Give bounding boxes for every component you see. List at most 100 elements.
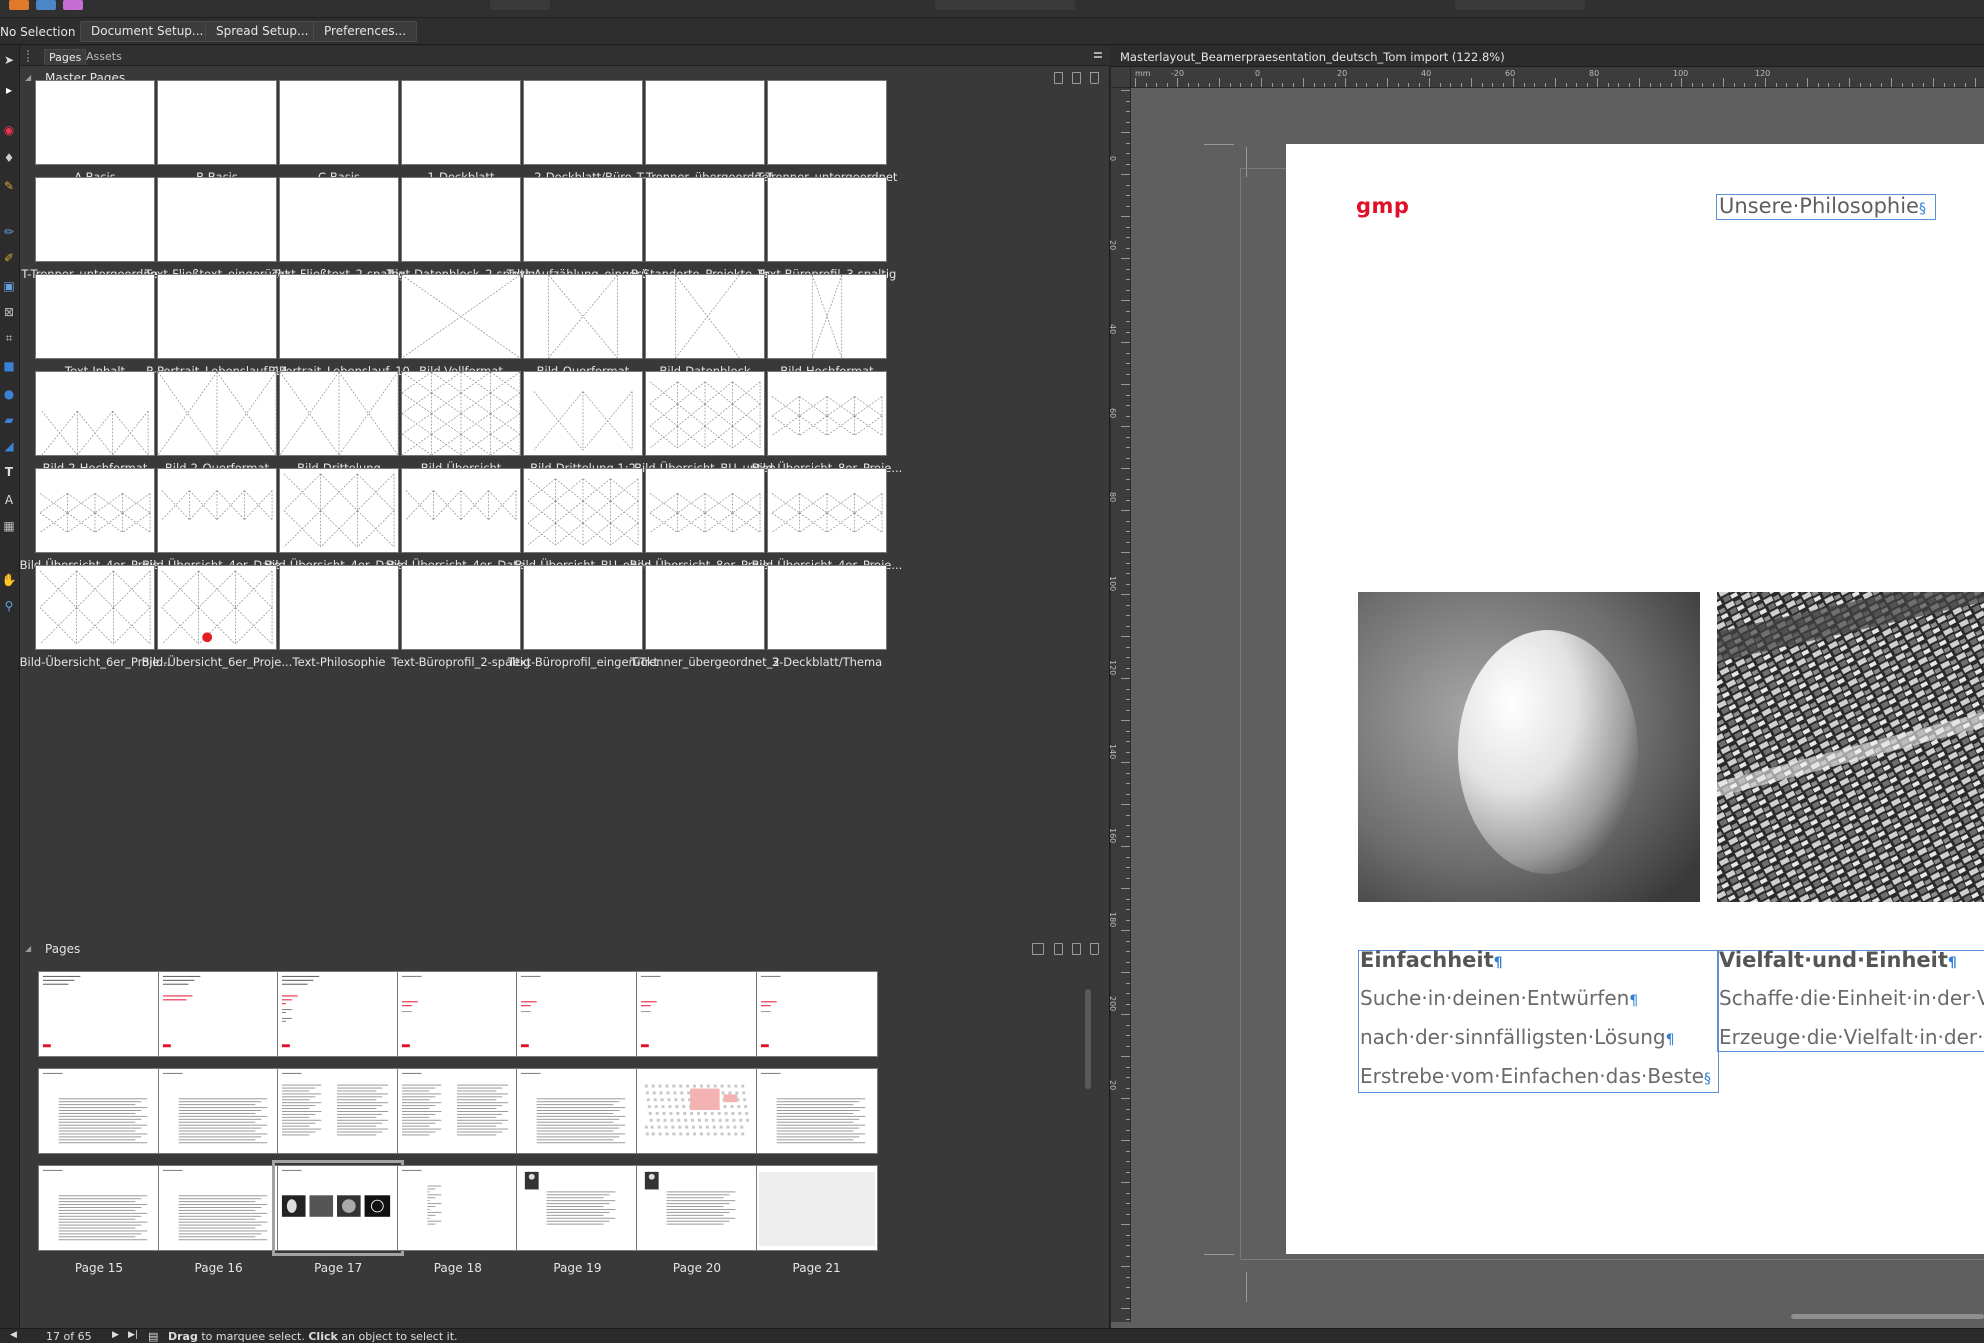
toolbar-group-icon[interactable] [1455,0,1585,10]
pages-grid: Page 1 Page 2 Page 3 Page 4 Page 5 Page … [26,969,1076,1324]
toolbar-group-icon[interactable] [490,0,550,10]
page-thumbnail[interactable] [636,971,758,1057]
ruler-tick [1126,310,1130,312]
master-thumbnail[interactable] [767,468,887,553]
pages-scrollbar-thumb[interactable] [1085,989,1091,1089]
ruler-tick [1502,83,1504,87]
master-page-item[interactable]: 3-Deckblatt/Thema [744,563,894,682]
vertical-ruler[interactable]: 0 20 40 60 80 100 120 140 160 180 200 20 [1108,88,1131,1322]
master-thumbnail[interactable] [767,177,887,262]
ruler-tick [1126,615,1130,616]
ruler-tick [1126,1024,1130,1026]
ruler-tick [1166,83,1168,87]
persona-publisher-icon[interactable] [9,0,29,10]
page-thumbnail[interactable] [516,971,639,1057]
last-page-icon[interactable]: ▶| [128,1330,138,1340]
pages-header[interactable]: ◢ Pages [20,939,1110,959]
ruler-tick [1126,457,1130,459]
tab-assets[interactable]: Assets [82,49,126,65]
ruler-label: 80 [1589,69,1600,78]
egg-photo[interactable] [1358,592,1700,902]
page-options-icon[interactable] [1032,943,1044,955]
ruler-tick [1754,83,1756,87]
ruler-tick [1198,83,1199,87]
pages-scrollbar[interactable] [1084,963,1092,1323]
panel-grip-icon[interactable] [27,50,33,62]
page-thumbnail[interactable] [277,1068,400,1154]
preferences-button[interactable]: Preferences... [313,21,418,42]
page-canvas[interactable]: gmp Unsere·Philosophie§ Einfachheit¶ Suc… [1286,144,1984,1254]
move-tool-icon[interactable]: ➤ [1,52,17,68]
ruler-tick [1744,83,1745,87]
persona-photo-icon[interactable] [36,0,56,10]
page-thumbnail[interactable] [38,1068,160,1154]
page-thumbnail[interactable] [396,971,519,1057]
prev-page-icon[interactable]: ◀ [10,1330,17,1340]
delete-page-icon[interactable] [1090,943,1099,955]
pilcrow-mark: ¶ [1665,1032,1675,1048]
ruler-label: 20 [1337,69,1348,78]
ruler-tick [1639,78,1640,87]
page-thumbnail[interactable] [516,1068,639,1154]
spread-setup-button[interactable]: Spread Setup... [205,21,320,42]
page-thumbnail[interactable] [38,1165,160,1251]
ruler-tick [1121,258,1130,259]
page-thumbnail[interactable] [38,971,160,1057]
ruler-label: 160 [1108,828,1117,844]
insert-page-icon[interactable] [1054,943,1063,955]
document-tab[interactable]: Masterlayout_Beamerpraesentation_deutsch… [1111,46,1984,67]
duplicate-page-icon[interactable] [1072,943,1081,955]
gmp-logo[interactable]: gmp [1356,194,1409,218]
master-thumbnail[interactable] [767,371,887,456]
text-frame-einfachheit[interactable]: Einfachheit¶ Suche·in·deinen·Entwürfen¶ … [1358,948,1719,1093]
ruler-corner[interactable] [1111,67,1131,88]
ruler-tick [1355,83,1357,87]
ruler-tick [1240,83,1241,87]
ruler-tick [1135,78,1136,87]
horizontal-ruler[interactable]: mm -20 0 20 40 60 80 100 120 [1131,67,1984,88]
city-aerial-photo[interactable] [1717,592,1984,902]
ruler-tick [1145,83,1147,87]
document-scrollbar-thumb[interactable] [1791,1314,1984,1319]
ruler-tick [1126,1045,1130,1047]
page-thumbnail[interactable] [396,1068,519,1154]
ruler-tick [1702,83,1703,87]
page-thumbnail[interactable] [755,971,878,1057]
page-thumbnail[interactable] [396,1165,519,1251]
page-item[interactable]: Page 21 [744,1163,894,1284]
collapse-triangle-icon[interactable]: ◢ [25,939,31,959]
ruler-label: -20 [1171,69,1185,78]
toolbar-group-icon[interactable] [935,0,1075,10]
page-thumbnail[interactable] [516,1165,639,1251]
master-thumbnail[interactable] [767,80,887,165]
ruler-tick [1126,1119,1130,1120]
persona-designer-icon[interactable] [63,0,83,10]
page-thumbnail[interactable] [636,1068,758,1154]
ruler-tick [1121,1098,1130,1099]
page-thumbnail[interactable] [277,971,400,1057]
page-thumbnail[interactable] [157,971,280,1057]
page-thumbnail[interactable] [755,1165,878,1251]
page-thumbnail[interactable] [636,1165,758,1251]
ruler-tick [1975,78,1976,87]
page-thumbnail[interactable] [272,1160,405,1256]
page-thumbnail[interactable] [755,1068,878,1154]
master-thumbnail[interactable] [767,274,887,359]
page-thumbnail[interactable] [157,1165,280,1251]
ruler-tick [1544,83,1546,87]
next-page-icon[interactable]: ▶ [112,1330,119,1340]
document-horizontal-scrollbar[interactable] [1131,1312,1984,1322]
document-setup-button[interactable]: Document Setup... [80,21,215,42]
ruler-tick [1126,321,1130,322]
ruler-tick [1126,573,1130,574]
document-view: Masterlayout_Beamerpraesentation_deutsch… [1108,46,1984,1328]
heading-text-frame[interactable]: Unsere·Philosophie§ [1716,194,1936,220]
col1-title: Einfachheit [1360,948,1494,972]
master-thumbnail[interactable] [767,565,887,650]
tab-pages[interactable]: Pages [44,49,87,65]
ruler-tick [1126,1087,1130,1089]
ruler-tick [1943,83,1945,87]
panel-menu-icon[interactable] [1094,52,1102,58]
page-thumbnail[interactable] [157,1068,280,1154]
text-frame-vielfalt[interactable]: Vielfalt·und·Einheit¶ Schaffe·die·Einhei… [1717,948,1984,1052]
